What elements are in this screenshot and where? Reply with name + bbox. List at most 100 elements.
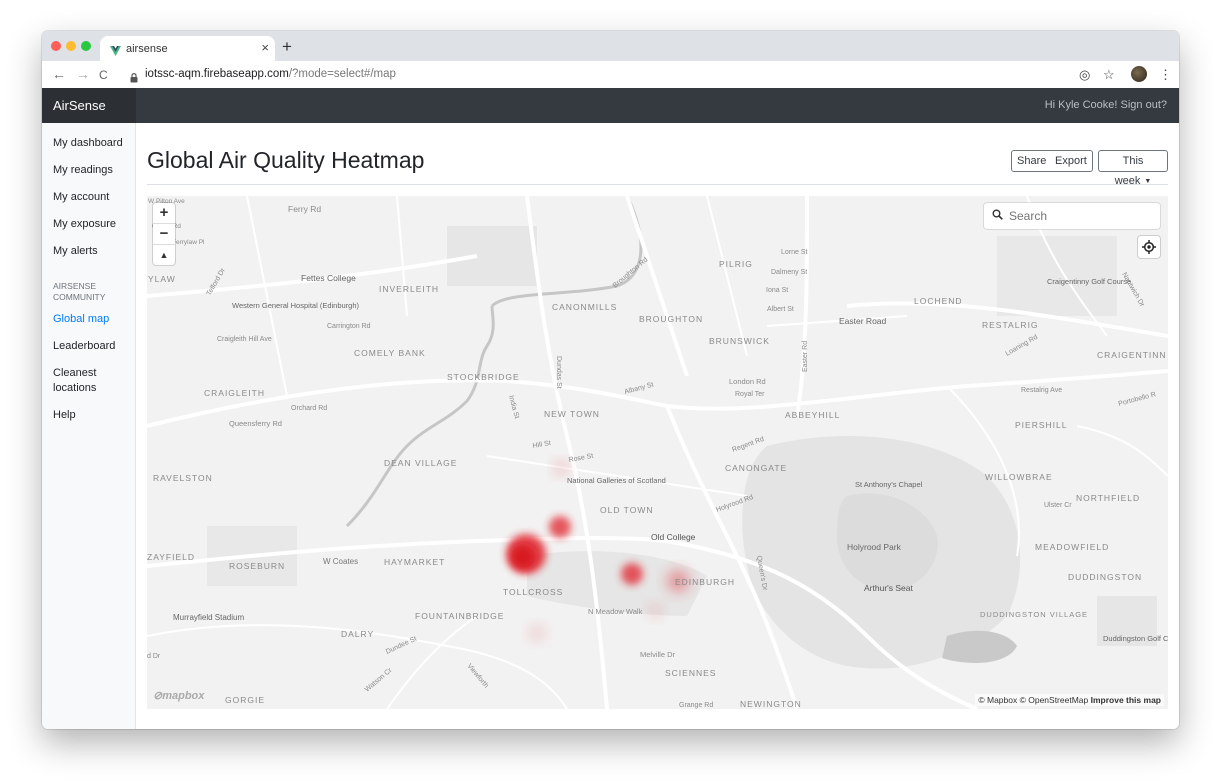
map-label: Easter Rd [802,341,809,372]
period-dropdown[interactable]: This week ▼ [1098,150,1168,187]
mapbox-logo[interactable]: ⊘mapbox [153,689,204,702]
sidebar-item-cleanest-locations[interactable]: Cleanest locations [53,366,113,396]
export-button[interactable]: Export [1050,150,1093,172]
sidebar-item-leaderboard[interactable]: Leaderboard [53,339,133,354]
sidebar-item-dashboard[interactable]: My dashboard [53,136,133,151]
map-label: DALRY [341,629,374,639]
profile-avatar[interactable] [1131,66,1147,82]
minimize-window-button[interactable] [66,41,76,51]
back-icon[interactable]: ← [52,66,66,82]
map-label: PILRIG [719,259,753,269]
map-label: W Coates [323,557,358,566]
map-label: CANONMILLS [552,302,617,312]
map-label: DUDDINGSTON [1068,572,1142,582]
map-label: CANONGATE [725,463,787,473]
page-title: Global Air Quality Heatmap [147,147,425,173]
heatmap-map[interactable]: W Pilton Ave Crewe Rd Ferrylaw Pl YLAW F… [147,196,1168,709]
map-label: FOUNTAINBRIDGE [415,611,504,621]
map-label: NORTHFIELD [1076,493,1140,503]
sidebar-item-alerts[interactable]: My alerts [53,244,133,259]
map-label: Royal Ter [735,391,765,398]
park-craigentinny [997,236,1117,316]
map-label: ROSEBURN [229,561,285,571]
sidebar-item-readings[interactable]: My readings [53,163,133,178]
search-input[interactable] [1007,206,1151,226]
browser-window: airsense × + ← → C iotssc-aqm.firebaseap… [42,31,1179,729]
period-label: This week [1114,155,1144,187]
map-label: Grange Rd [679,702,713,709]
heat-spot-tollcross-core [511,545,535,569]
address-bar[interactable]: iotssc-aqm.firebaseapp.com/?mode=select#… [145,68,396,80]
tab-strip: airsense × + [42,31,1179,61]
map-label: Murrayfield Stadium [173,613,244,622]
map-label: GORGIE [225,695,265,705]
compass-button[interactable]: ▲ [153,245,175,265]
close-window-button[interactable] [51,41,61,51]
map-label: National Galleries of Scotland [567,476,666,485]
browser-tab[interactable]: airsense × [100,36,275,61]
zoom-control: + − ▲ [153,203,175,265]
map-attribution: © Mapbox © OpenStreetMap Improve this ma… [975,694,1164,706]
forward-icon[interactable]: → [76,66,90,82]
map-label: Duddingston Golf Course [1103,634,1168,643]
map-label: Dalmeny St [771,269,807,276]
map-label: Queensferry Rd [229,419,282,428]
map-label: CRAIGENTINN [1097,350,1167,360]
park-inverleith [447,226,537,286]
star-icon[interactable]: ☆ [1103,67,1115,83]
maximize-window-button[interactable] [81,41,91,51]
map-label: TOLLCROSS [503,587,563,597]
map-label: EDINBURGH [675,577,735,587]
sidebar: My dashboard My readings My account My e… [42,123,136,729]
geolocate-button[interactable] [1138,236,1160,258]
map-label: Holyrood Park [847,542,902,552]
browser-menu-icon[interactable]: ⋮ [1159,67,1172,83]
map-label: COMELY BANK [354,348,426,358]
heat-spot-rose-st [554,461,568,475]
map-label: Restalrig Ave [1021,387,1062,394]
target-icon[interactable]: ◎ [1079,67,1090,83]
app-navbar: AirSense Hi Kyle Cooke! Sign out? [42,88,1179,123]
map-label: Easter Road [839,316,887,326]
heat-spot-george-square [621,563,643,585]
map-label: Melville Dr [640,650,676,659]
map-label: BROUGHTON [639,314,703,324]
map-label: Craigleith Hill Ave [217,336,272,343]
map-label: d Dr [147,653,161,660]
map-label: PIERSHILL [1015,420,1067,430]
heat-spot-lauriston [549,516,571,538]
map-label: Iona St [766,287,788,294]
zoom-in-button[interactable]: + [153,203,175,224]
mapbox-logo-icon: ⊘ [153,690,163,702]
main-content: Global Air Quality Heatmap Share Export … [136,123,1179,729]
sidebar-item-help[interactable]: Help [53,408,133,423]
brand-logo[interactable]: AirSense [42,88,136,123]
title-divider [147,184,1168,185]
zoom-out-button[interactable]: − [153,224,175,245]
community-heading: AIRSENSE COMMUNITY [53,281,106,302]
new-tab-button[interactable]: + [282,37,292,57]
map-label: RAVELSTON [153,473,213,483]
sign-out-link[interactable]: Hi Kyle Cooke! Sign out? [1045,99,1167,111]
map-label: NEWINGTON [740,699,802,709]
share-button[interactable]: Share [1011,150,1053,172]
url-host: iotssc-aqm.firebaseapp.com [145,68,289,80]
attribution-text[interactable]: © Mapbox © OpenStreetMap [978,695,1088,705]
sidebar-item-account[interactable]: My account [53,190,133,205]
sidebar-item-exposure[interactable]: My exposure [53,217,133,232]
map-label: N Meadow Walk [588,607,643,616]
map-label: Craigentinny Golf Course [1047,277,1131,286]
map-label: Ferry Rd [288,204,321,214]
map-label: Carrington Rd [327,323,371,330]
map-label: St Anthony's Chapel [855,480,923,489]
improve-map-link[interactable]: Improve this map [1091,695,1161,705]
map-search [984,203,1160,229]
lock-icon[interactable] [130,70,138,88]
map-label: Western General Hospital (Edinburgh) [232,301,360,310]
map-canvas: W Pilton Ave Crewe Rd Ferrylaw Pl YLAW F… [147,196,1168,709]
map-label: RESTALRIG [982,320,1039,330]
heat-spot-meadows [648,604,662,618]
tab-close-icon[interactable]: × [261,40,269,55]
reload-icon[interactable]: C [99,68,108,82]
sidebar-item-global-map[interactable]: Global map [53,312,133,327]
